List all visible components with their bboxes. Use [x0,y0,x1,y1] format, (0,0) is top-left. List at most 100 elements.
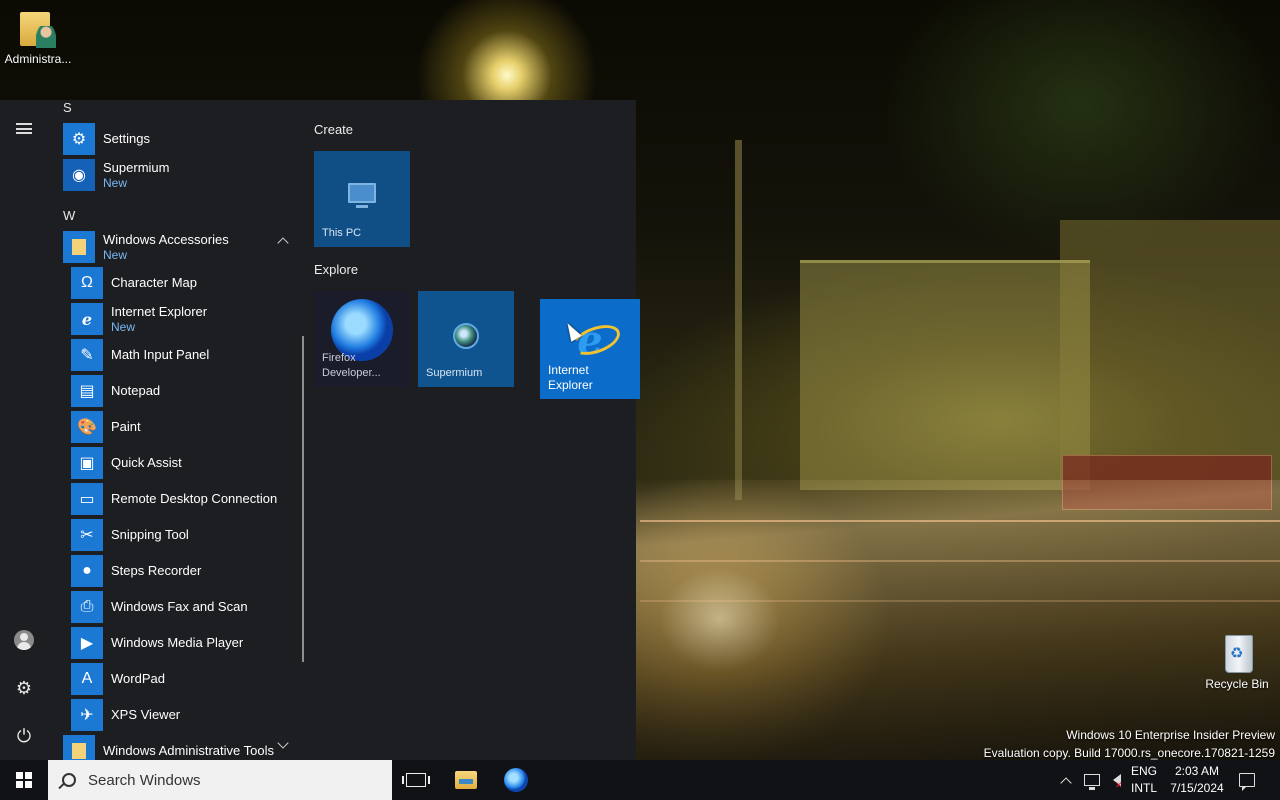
folder-icon [63,735,95,760]
app-windows-fax-and-scan[interactable]: ⎙ Windows Fax and Scan [71,590,304,624]
app-windows-media-player[interactable]: ▶ Windows Media Player [71,626,304,660]
tile-label: Internet Explorer [548,363,593,393]
app-name: Settings [103,131,150,146]
tile-internet-explorer[interactable]: e Internet Explorer [540,299,640,399]
tile-label-line: Firefox [322,352,356,364]
app-internet-explorer[interactable]: e Internet Explorer New [71,302,304,336]
app-name: Windows Fax and Scan [111,599,248,614]
app-name: Quick Assist [111,455,182,470]
tile-label: Firefox Developer... [322,351,381,381]
desktop-icon-label: Administra... [4,52,72,66]
tile-group-create-title[interactable]: Create [314,122,353,137]
desktop-icon-recycle-bin[interactable]: Recycle Bin [1199,633,1275,691]
wordpad-icon: A [71,663,103,695]
hamburger-icon [16,122,32,134]
language-code: ENG [1130,764,1157,778]
app-wordpad[interactable]: A WordPad [71,662,304,696]
app-quick-assist[interactable]: ▣ Quick Assist [71,446,304,480]
app-notepad[interactable]: ▤ Notepad [71,374,304,408]
chevron-up-icon[interactable] [277,237,289,249]
group-letter-w[interactable]: W [63,208,75,223]
app-name: Steps Recorder [111,563,202,578]
network-button[interactable] [1080,760,1104,800]
keyboard-layout: INTL [1130,781,1157,795]
wallpaper-street [636,480,1280,760]
wallpaper-light-streak [640,520,1280,522]
group-letter-s[interactable]: S [63,100,72,115]
supermium-icon [453,323,479,349]
app-supermium[interactable]: ◉ Supermium New [63,158,303,192]
steps-recorder-icon: ● [71,555,103,587]
tile-this-pc[interactable]: This PC [314,151,410,247]
app-name: Remote Desktop Connection [111,491,278,506]
file-explorer-button[interactable] [442,760,490,800]
tile-area: Create This PC Explore Firefox Developer… [304,100,640,760]
power-button[interactable]: ⏻ [0,716,48,756]
task-view-icon [402,773,430,787]
chevron-up-icon [1060,776,1072,789]
folder-windows-administrative-tools[interactable]: Windows Administrative Tools [63,734,303,760]
os-watermark: Windows 10 Enterprise Insider Preview Ev… [984,726,1275,762]
app-name: Character Map [111,275,197,290]
desktop-icon-label: Recycle Bin [1205,677,1269,691]
account-button[interactable] [0,620,48,660]
chevron-down-icon[interactable] [277,737,289,749]
user-folder-icon [18,8,58,48]
tile-firefox-developer[interactable]: Firefox Developer... [314,291,410,387]
folder-icon [63,231,95,263]
clock-date: 7/15/2024 [1170,781,1224,795]
character-map-icon: Ω [71,267,103,299]
internet-explorer-icon: e [71,303,103,335]
app-paint[interactable]: 🎨 Paint [71,410,304,444]
remote-desktop-icon: ▭ [71,483,103,515]
search-icon [62,773,76,787]
search-box[interactable] [48,760,392,800]
action-center-button[interactable] [1232,760,1262,800]
app-remote-desktop-connection[interactable]: ▭ Remote Desktop Connection [71,482,304,516]
app-name: Snipping Tool [111,527,189,542]
tile-group-explore-title[interactable]: Explore [314,262,358,277]
task-view-button[interactable] [392,760,440,800]
xps-viewer-icon: ✈ [71,699,103,731]
power-icon: ⏻ [16,725,32,746]
tile-label-line: Developer... [322,367,381,379]
wallpaper-light-streak [640,560,1280,562]
desktop-icon-administrator[interactable]: Administra... [0,8,76,66]
app-math-input-panel[interactable]: ✎ Math Input Panel [71,338,304,372]
app-xps-viewer[interactable]: ✈ XPS Viewer [71,698,304,732]
show-hidden-icons-button[interactable] [1056,760,1076,800]
volume-button[interactable]: ✕ [1106,760,1128,800]
start-button[interactable] [0,760,48,800]
search-input[interactable] [88,771,368,789]
folder-windows-accessories[interactable]: Windows Accessories New [63,230,303,264]
supermium-icon: ◉ [63,159,95,191]
clock-button[interactable]: 2:03 AM 7/15/2024 [1162,760,1232,800]
tile-label: This PC [322,227,362,239]
network-icon [1084,774,1100,790]
app-character-map[interactable]: Ω Character Map [71,266,304,300]
folder-name: Windows Accessories [103,232,229,247]
settings-button[interactable]: ⚙ [0,668,48,708]
notification-icon [1239,773,1255,791]
tile-label-line: Explorer [548,378,593,392]
snipping-tool-icon: ✂ [71,519,103,551]
taskbar: ✕ ENG INTL 2:03 AM 7/15/2024 [0,760,1280,800]
app-name: Notepad [111,383,161,398]
new-badge: New [111,320,136,334]
clock-time: 2:03 AM [1174,764,1220,778]
input-language-button[interactable]: ENG INTL [1126,760,1162,800]
expand-menu-button[interactable] [0,108,48,148]
gear-icon: ⚙ [15,677,33,698]
app-settings[interactable]: ⚙ Settings [63,122,303,156]
firefox-developer-icon [504,768,528,792]
start-rail: ⚙ ⏻ [0,100,48,760]
app-snipping-tool[interactable]: ✂ Snipping Tool [71,518,304,552]
muted-x-icon: ✕ [1115,780,1123,790]
app-name: WordPad [111,671,165,686]
internet-explorer-icon: e [577,317,603,364]
app-steps-recorder[interactable]: ● Steps Recorder [71,554,304,588]
tile-supermium[interactable]: Supermium [418,291,514,387]
app-name: Supermium [103,160,170,175]
firefox-developer-button[interactable] [492,760,540,800]
windows-logo-icon [16,772,32,788]
